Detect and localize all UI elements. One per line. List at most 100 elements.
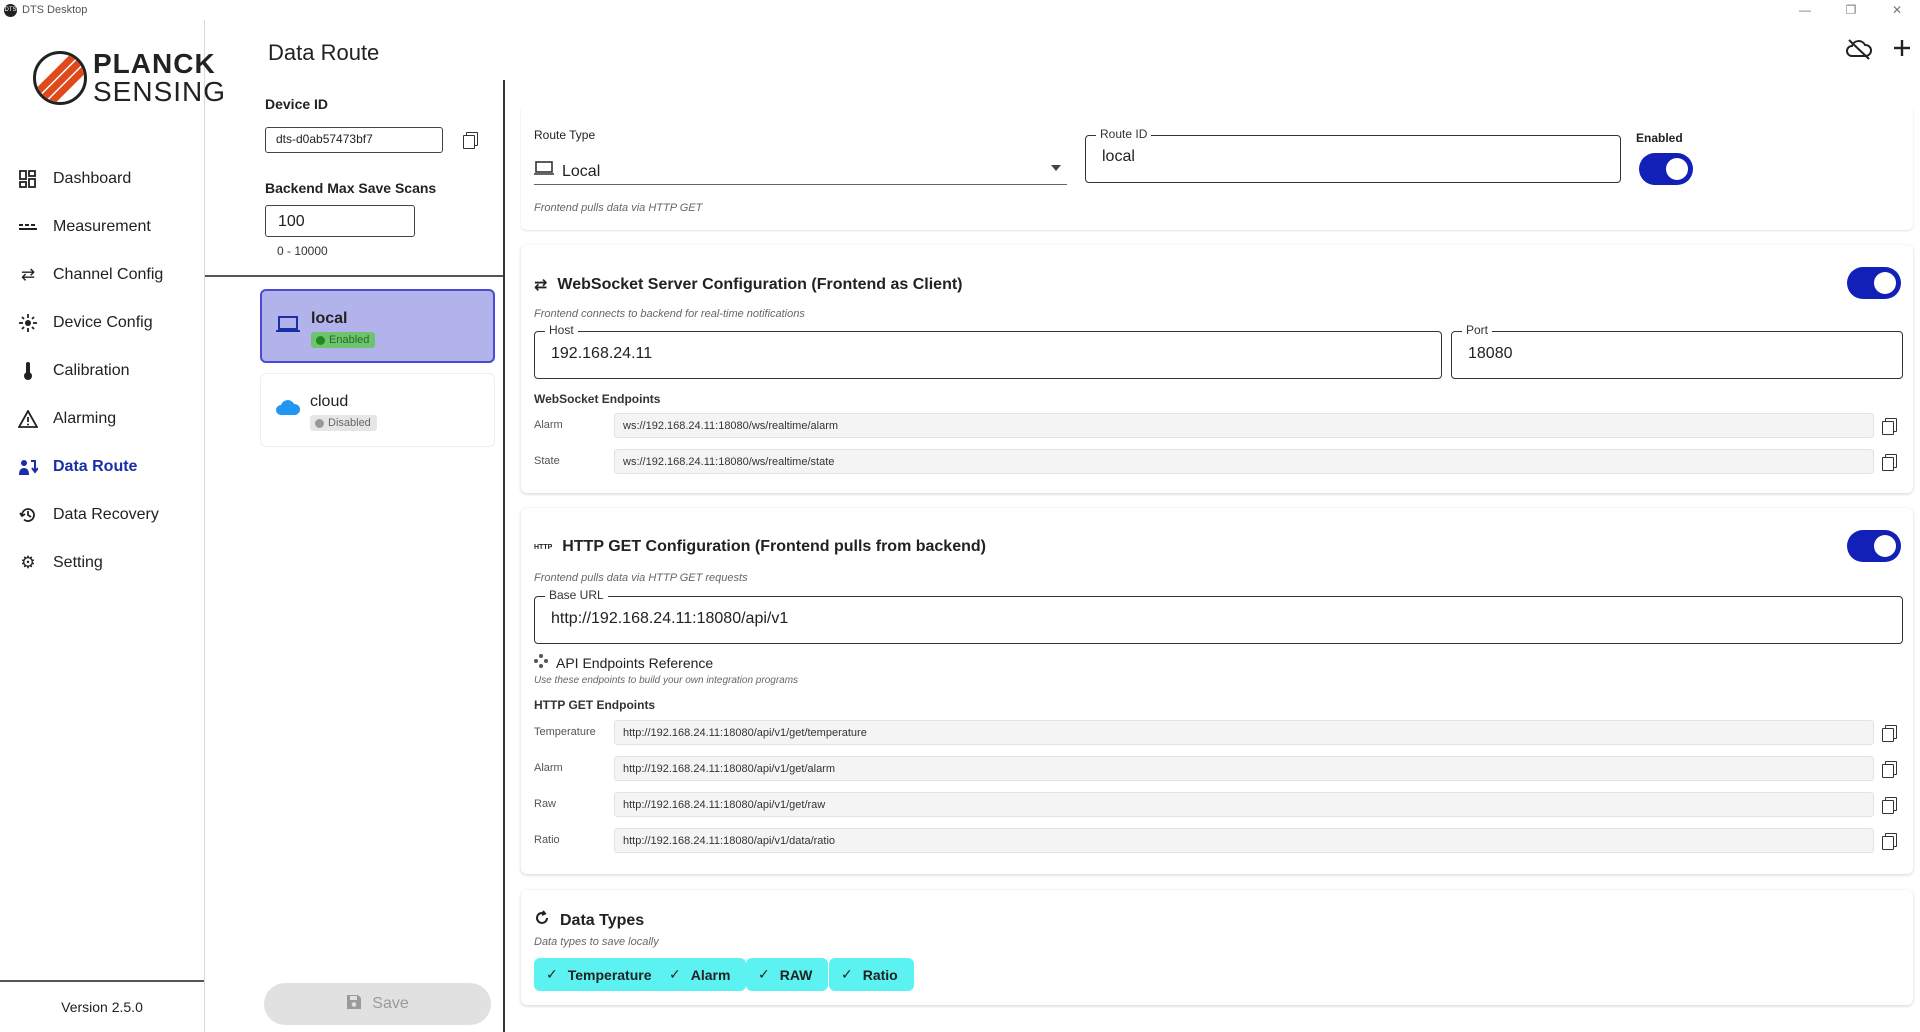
enabled-label: Enabled (1636, 131, 1683, 145)
data-types-title: Data Types (560, 911, 645, 929)
sidebar-item-label: Channel Config (53, 266, 164, 283)
http-subtitle: Frontend pulls data via HTTP GET request… (534, 572, 748, 584)
http-icon: HTTP (534, 543, 553, 551)
app-icon: DTS (4, 3, 17, 17)
endpoint-row: Temperature http://192.168.24.11:18080/a… (534, 720, 1904, 746)
chip-raw[interactable]: ✓ RAW (746, 958, 829, 991)
divider (205, 275, 503, 277)
copy-icon[interactable] (1882, 761, 1897, 778)
endpoint-url[interactable]: http://192.168.24.11:18080/api/v1/get/al… (614, 756, 1874, 781)
api-reference-title: API Endpoints Reference (556, 654, 714, 671)
warning-icon (18, 409, 38, 429)
route-type-select[interactable]: Local (534, 155, 1067, 185)
check-icon: ✓ (841, 966, 853, 982)
measurement-icon (18, 217, 38, 237)
sidebar-item-label: Data Recovery (53, 506, 159, 523)
save-label: Save (372, 995, 409, 1012)
data-types-subtitle: Data types to save locally (534, 936, 659, 948)
websocket-toggle[interactable] (1847, 267, 1901, 299)
chip-label: RAW (779, 966, 813, 983)
logo-line-2: SENSING (93, 76, 227, 107)
route-type-value: Local (562, 163, 601, 180)
route-card-cloud[interactable]: cloud Disabled (260, 373, 495, 447)
route-id-label: Route ID (1096, 127, 1152, 141)
sidebar-item-device-config[interactable]: Device Config (0, 299, 204, 347)
sidebar-item-label: Dashboard (53, 170, 132, 187)
endpoint-name: State (534, 455, 560, 467)
sidebar-item-data-recovery[interactable]: Data Recovery (0, 491, 204, 539)
check-icon: ✓ (758, 966, 770, 982)
sidebar-item-label: Setting (53, 554, 103, 571)
cloud-off-icon[interactable] (1846, 38, 1872, 66)
route-name: cloud (310, 393, 349, 410)
planck-sensing-logo: PLANCK SENSING (33, 50, 226, 106)
sidebar-item-dashboard[interactable]: Dashboard (0, 155, 204, 203)
host-label: Host (545, 323, 578, 337)
sidebar-item-channel-config[interactable]: ⇄ Channel Config (0, 251, 204, 299)
copy-icon[interactable] (463, 132, 478, 149)
copy-icon[interactable] (1882, 418, 1897, 435)
port-value: 18080 (1468, 345, 1513, 362)
base-url-field[interactable]: Base URL http://192.168.24.11:18080/api/… (534, 588, 1903, 644)
close-button[interactable]: ✕ (1874, 0, 1920, 20)
websocket-card: ⇄ WebSocket Server Configuration (Fronte… (521, 245, 1913, 493)
endpoint-url[interactable]: ws://192.168.24.11:18080/ws/realtime/ala… (614, 413, 1874, 438)
max-save-scans-label: Backend Max Save Scans (265, 180, 437, 196)
websocket-endpoints-label: WebSocket Endpoints (534, 392, 661, 406)
route-card-local[interactable]: local Enabled (260, 289, 495, 363)
copy-icon[interactable] (1882, 833, 1897, 850)
endpoint-row: Ratio http://192.168.24.11:18080/api/v1/… (534, 828, 1904, 854)
status-badge: Enabled (311, 332, 376, 348)
route-enabled-toggle[interactable] (1639, 153, 1693, 185)
endpoint-row: Alarm ws://192.168.24.11:18080/ws/realti… (534, 413, 1904, 439)
endpoint-name: Alarm (534, 419, 563, 431)
chip-temperature[interactable]: ✓ Temperature (534, 958, 668, 991)
laptop-icon (534, 161, 554, 180)
websocket-subtitle: Frontend connects to backend for real-ti… (534, 308, 805, 320)
route-config-card: Route Type Local Frontend pulls data via… (521, 105, 1913, 230)
save-button[interactable]: Save (264, 983, 491, 1025)
chip-ratio[interactable]: ✓ Ratio (829, 958, 914, 991)
sidebar-item-setting[interactable]: ⚙ Setting (0, 539, 204, 587)
api-reference-subtitle: Use these endpoints to build your own in… (534, 675, 799, 686)
restore-button[interactable]: ❐ (1828, 0, 1874, 20)
copy-icon[interactable] (1882, 797, 1897, 814)
data-route-icon (18, 457, 38, 477)
chip-label: Ratio (862, 966, 898, 983)
route-type-hint: Frontend pulls data via HTTP GET (534, 202, 703, 214)
endpoint-row: State ws://192.168.24.11:18080/ws/realti… (534, 449, 1904, 475)
sidebar-item-data-route[interactable]: Data Route (0, 443, 204, 491)
sidebar-item-alarming[interactable]: Alarming (0, 395, 204, 443)
column-divider (503, 80, 505, 1032)
device-id-label: Device ID (265, 96, 329, 112)
port-field[interactable]: Port 18080 (1451, 323, 1903, 379)
copy-icon[interactable] (1882, 454, 1897, 471)
host-field[interactable]: Host 192.168.24.11 (534, 323, 1442, 379)
chip-alarm[interactable]: ✓ Alarm (657, 958, 747, 991)
device-id-field[interactable]: dts-d0ab57473bf7 (265, 127, 443, 153)
minimize-button[interactable]: — (1782, 0, 1828, 20)
max-save-scans-input[interactable]: 100 (265, 205, 415, 237)
route-type-label: Route Type (534, 128, 596, 142)
route-id-field[interactable]: Route ID local (1085, 127, 1621, 183)
http-toggle[interactable] (1847, 530, 1901, 562)
route-name: local (311, 310, 348, 327)
endpoint-url[interactable]: http://192.168.24.11:18080/api/v1/data/r… (614, 828, 1874, 853)
api-reference-icon (534, 654, 548, 671)
base-url-label: Base URL (545, 588, 608, 602)
check-icon: ✓ (546, 966, 558, 982)
status-badge: Disabled (310, 415, 377, 431)
sidebar-item-calibration[interactable]: Calibration (0, 347, 204, 395)
sidebar-item-label: Alarming (53, 410, 117, 427)
chevron-down-icon (1051, 165, 1061, 171)
endpoint-url[interactable]: http://192.168.24.11:18080/api/v1/get/ra… (614, 792, 1874, 817)
endpoint-url[interactable]: http://192.168.24.11:18080/api/v1/get/te… (614, 720, 1874, 745)
sidebar: PLANCK SENSING Dashboard Measurement ⇄ C… (0, 20, 225, 1032)
add-route-button[interactable] (1892, 38, 1912, 66)
copy-icon[interactable] (1882, 725, 1897, 742)
websocket-title: WebSocket Server Configuration (Frontend… (557, 276, 963, 293)
host-value: 192.168.24.11 (551, 345, 653, 362)
endpoint-url[interactable]: ws://192.168.24.11:18080/ws/realtime/sta… (614, 449, 1874, 474)
data-types-card: Data Types Data types to save locally ✓ … (521, 890, 1913, 1005)
sidebar-item-measurement[interactable]: Measurement (0, 203, 204, 251)
